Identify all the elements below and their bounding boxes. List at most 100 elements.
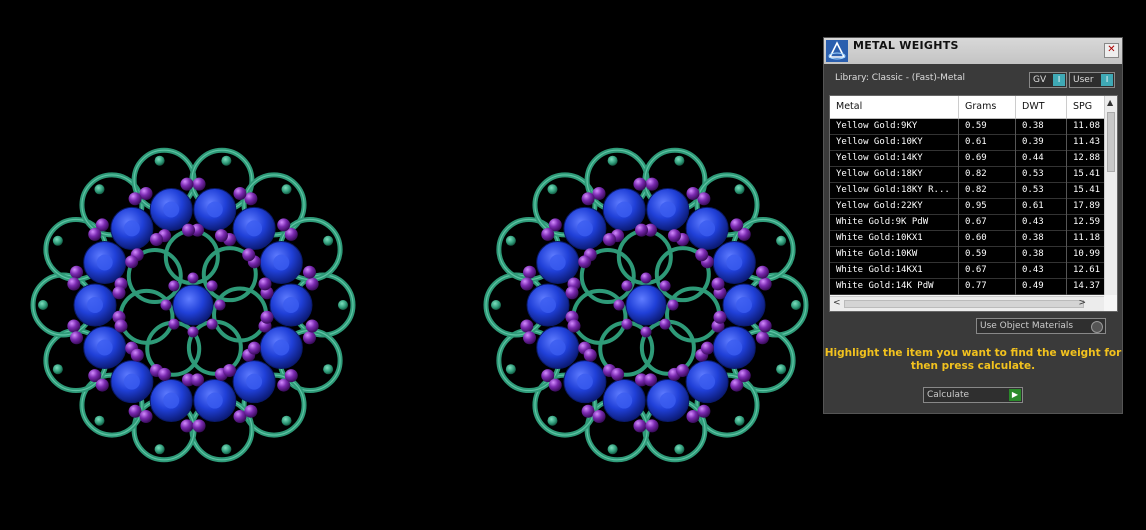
- table-row[interactable]: White Gold:14KX1 0.67 0.43 12.61: [830, 263, 1104, 279]
- metal-bead: [505, 364, 516, 375]
- purple-bead: [180, 177, 194, 191]
- spg-value: 14.37: [1073, 281, 1101, 291]
- metal-bead: [791, 300, 801, 310]
- column-header-metal[interactable]: Metal: [836, 101, 862, 112]
- earring-left[interactable]: [30, 147, 356, 463]
- metal-name: Yellow Gold:14KY: [836, 153, 923, 163]
- table-row[interactable]: Yellow Gold:10KY 0.61 0.39 11.43: [830, 135, 1104, 151]
- close-icon[interactable]: ✕: [1104, 43, 1119, 58]
- purple-bead: [187, 326, 199, 338]
- dwt-value: 0.43: [1022, 265, 1044, 275]
- purple-bead: [242, 248, 256, 262]
- metal-bead: [154, 444, 165, 455]
- user-toggle[interactable]: User I: [1069, 72, 1115, 88]
- purple-bead: [645, 419, 659, 433]
- panel-titlebar[interactable]: METAL WEIGHTS ✕: [824, 38, 1122, 64]
- purple-bead: [548, 378, 562, 392]
- purple-bead: [676, 363, 690, 377]
- metal-bead: [776, 364, 787, 375]
- metal-bead: [154, 155, 165, 166]
- column-header-dwt[interactable]: DWT: [1022, 101, 1045, 112]
- purple-bead: [640, 272, 652, 284]
- center-stone: [625, 284, 667, 326]
- purple-bead: [621, 280, 633, 292]
- scroll-right-icon[interactable]: >: [1078, 298, 1086, 308]
- column-header-spg[interactable]: SPG: [1073, 101, 1092, 112]
- purple-bead: [686, 186, 700, 200]
- table-row[interactable]: Yellow Gold:14KY 0.69 0.44 12.88: [830, 151, 1104, 167]
- instruction-text: Highlight the item you want to find the …: [824, 347, 1122, 372]
- scroll-up-icon[interactable]: ▲: [1107, 98, 1113, 107]
- table-row[interactable]: Yellow Gold:9KY 0.59 0.38 11.08: [830, 119, 1104, 135]
- 3d-viewport[interactable]: [0, 0, 820, 530]
- table-row[interactable]: White Gold:10KW 0.59 0.38 10.99: [830, 247, 1104, 263]
- purple-bead: [523, 331, 537, 345]
- table-row[interactable]: White Gold:10KX1 0.60 0.38 11.18: [830, 231, 1104, 247]
- horizontal-scrollbar[interactable]: < >: [830, 296, 1104, 311]
- list-header: Metal Grams DWT SPG: [830, 96, 1117, 119]
- purple-bead: [206, 280, 218, 292]
- table-row[interactable]: Yellow Gold:18KY R... 0.82 0.53 15.41: [830, 183, 1104, 199]
- purple-bead: [305, 277, 319, 291]
- use-object-materials-toggle[interactable]: Use Object Materials: [976, 318, 1106, 334]
- purple-bead: [88, 227, 102, 241]
- grams-value: 0.59: [965, 249, 987, 259]
- column-header-grams[interactable]: Grams: [965, 101, 996, 112]
- metal-name: White Gold:14K PdW: [836, 281, 934, 291]
- metal-bead: [776, 235, 787, 246]
- dwt-value: 0.53: [1022, 185, 1044, 195]
- purple-bead: [565, 286, 579, 300]
- purple-bead: [125, 255, 139, 269]
- calculate-button[interactable]: Calculate ▶: [923, 387, 1023, 403]
- gv-toggle-label: GV: [1033, 75, 1047, 85]
- radio-icon: [1091, 321, 1103, 333]
- scroll-left-icon[interactable]: <: [833, 298, 841, 308]
- purple-bead: [578, 255, 592, 269]
- purple-bead: [284, 369, 298, 383]
- earring-right[interactable]: [483, 147, 809, 463]
- spg-value: 12.59: [1073, 217, 1101, 227]
- metal-bead: [674, 155, 685, 166]
- grams-value: 0.82: [965, 185, 987, 195]
- scrollbar-track[interactable]: [844, 300, 1084, 308]
- metal-bead: [221, 155, 232, 166]
- use-object-materials-label: Use Object Materials: [980, 321, 1074, 331]
- purple-bead: [168, 318, 180, 330]
- grams-value: 0.77: [965, 281, 987, 291]
- metal-bead: [338, 300, 348, 310]
- app-logo-icon: [826, 40, 848, 62]
- purple-bead: [112, 286, 126, 300]
- purple-bead: [182, 223, 196, 237]
- table-row[interactable]: Yellow Gold:18KY 0.82 0.53 15.41: [830, 167, 1104, 183]
- metal-bead: [607, 155, 618, 166]
- dwt-value: 0.38: [1022, 249, 1044, 259]
- vertical-scrollbar[interactable]: ▲: [1104, 96, 1117, 295]
- purple-bead: [613, 299, 625, 311]
- dwt-value: 0.39: [1022, 137, 1044, 147]
- metal-bead: [38, 300, 48, 310]
- purple-bead: [592, 410, 606, 424]
- table-row[interactable]: White Gold:9K PdW 0.67 0.43 12.59: [830, 215, 1104, 231]
- purple-bead: [755, 265, 769, 279]
- spg-value: 12.61: [1073, 265, 1101, 275]
- purple-bead: [160, 299, 172, 311]
- metal-list[interactable]: Metal Grams DWT SPG Yellow Gold:9KY 0.59 0…: [829, 95, 1118, 312]
- purple-bead: [114, 319, 128, 333]
- scrollbar-thumb[interactable]: [1107, 112, 1115, 172]
- calculate-label: Calculate: [927, 390, 970, 400]
- spg-value: 12.88: [1073, 153, 1101, 163]
- metal-name: Yellow Gold:9KY: [836, 121, 918, 131]
- table-row[interactable]: Yellow Gold:22KY 0.95 0.61 17.89: [830, 199, 1104, 215]
- purple-bead: [158, 367, 172, 381]
- metal-bead: [547, 415, 558, 426]
- purple-bead: [643, 373, 657, 387]
- purple-bead: [667, 299, 679, 311]
- grams-value: 0.95: [965, 201, 987, 211]
- table-row[interactable]: White Gold:14K PdW 0.77 0.49 14.37: [830, 279, 1104, 295]
- dwt-value: 0.43: [1022, 217, 1044, 227]
- gv-toggle[interactable]: GV I: [1029, 72, 1067, 88]
- metal-bead: [547, 184, 558, 195]
- spg-value: 10.99: [1073, 249, 1101, 259]
- purple-bead: [302, 265, 316, 279]
- grams-value: 0.69: [965, 153, 987, 163]
